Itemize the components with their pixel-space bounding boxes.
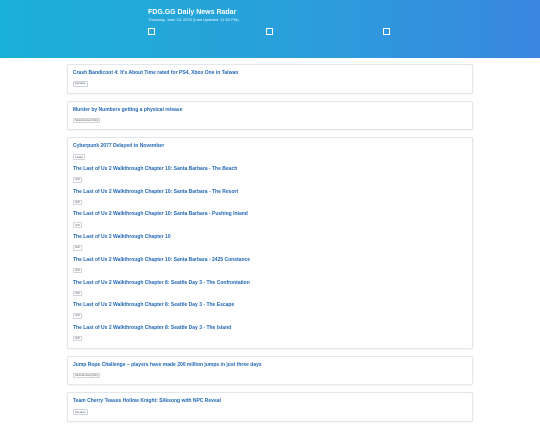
filter-checkbox-2[interactable] [266, 28, 273, 35]
news-item: The Last of Us 2 Walkthrough Chapter 10 I… [73, 232, 467, 255]
news-item: The Last of Us 2 Walkthrough Chapter 10:… [73, 164, 467, 187]
news-headline-link[interactable]: The Last of Us 2 Walkthrough Chapter 10:… [73, 166, 237, 172]
source-badge[interactable]: Nintendo Everything [73, 372, 101, 379]
news-item: The Last of Us 2 Walkthrough Chapter 8: … [73, 278, 467, 301]
news-item: Team Cherry Teases Hollow Knight: Silkso… [73, 396, 467, 419]
news-card: Jump Rope Challenge – players have made … [67, 355, 473, 386]
news-item: The Last of Us 2 Walkthrough Chapter 8: … [73, 323, 467, 346]
news-item: Murder by Numbers getting a physical rel… [73, 105, 467, 128]
page-header: FDG.GG Daily News Radar Thursday, June 1… [0, 0, 540, 58]
news-headline-link[interactable]: Jump Rope Challenge – players have made … [73, 362, 262, 368]
source-badge[interactable]: IGN [73, 199, 82, 206]
page-title: FDG.GG Daily News Radar [148, 9, 237, 16]
news-card: Murder by Numbers getting a physical rel… [67, 100, 473, 131]
news-feed: Crash Bandicoot 4: It's About Time rated… [67, 64, 473, 429]
news-headline-link[interactable]: The Last of Us 2 Walkthrough Chapter 10 [73, 234, 171, 240]
last-updated-text: Thursday, June 18, 2020 (Last Updated: 1… [148, 17, 239, 22]
news-item: The Last of Us 2 Walkthrough Chapter 10:… [73, 187, 467, 210]
news-headline-link[interactable]: The Last of Us 2 Walkthrough Chapter 8: … [73, 302, 234, 308]
news-item: The Last of Us 2 Walkthrough Chapter 10:… [73, 255, 467, 278]
news-card: Crash Bandicoot 4: It's About Time rated… [67, 64, 473, 94]
news-headline-link[interactable]: Cyberpunk 2077 Delayed to November [73, 143, 164, 149]
filter-checkbox-3[interactable] [383, 28, 390, 35]
news-item: Crash Bandicoot 4: It's About Time rated… [73, 68, 467, 91]
news-item: The Last of Us 2 Walkthrough Chapter 8: … [73, 300, 467, 323]
source-badge[interactable]: IGN [73, 267, 82, 274]
news-card: Cyberpunk 2077 Delayed to November Kotaku… [67, 137, 473, 349]
news-headline-link[interactable]: The Last of Us 2 Walkthrough Chapter 10:… [73, 211, 248, 217]
filter-checkbox-1[interactable] [148, 28, 155, 35]
source-badge[interactable]: IGN [73, 245, 82, 251]
news-card: Team Cherry Teases Hollow Knight: Silkso… [67, 392, 473, 422]
source-badge[interactable]: IGN [73, 222, 82, 229]
source-badge[interactable]: Kotaku [73, 154, 86, 160]
source-badge[interactable]: IGN [73, 313, 82, 319]
source-badge[interactable]: IGN [73, 335, 82, 342]
source-badge[interactable]: IGN [73, 290, 82, 297]
news-item: The Last of Us 2 Walkthrough Chapter 10:… [73, 209, 467, 232]
news-item: Jump Rope Challenge – players have made … [73, 360, 467, 383]
news-headline-link[interactable]: Team Cherry Teases Hollow Knight: Silkso… [73, 398, 221, 404]
news-item: Cyberpunk 2077 Delayed to November Kotaku [73, 141, 467, 164]
source-badge[interactable]: Nintendo Everything [73, 117, 101, 124]
source-badge[interactable]: Gematsu [73, 409, 88, 415]
source-badge[interactable]: IGN [73, 177, 82, 183]
source-badge[interactable]: Gematsu [73, 81, 88, 87]
news-headline-link[interactable]: The Last of Us 2 Walkthrough Chapter 10:… [73, 257, 250, 263]
news-headline-link[interactable]: The Last of Us 2 Walkthrough Chapter 8: … [73, 280, 250, 286]
news-headline-link[interactable]: The Last of Us 2 Walkthrough Chapter 10:… [73, 189, 238, 195]
news-headline-link[interactable]: Murder by Numbers getting a physical rel… [73, 107, 182, 113]
news-headline-link[interactable]: The Last of Us 2 Walkthrough Chapter 8: … [73, 325, 231, 331]
news-headline-link[interactable]: Crash Bandicoot 4: It's About Time rated… [73, 70, 238, 76]
